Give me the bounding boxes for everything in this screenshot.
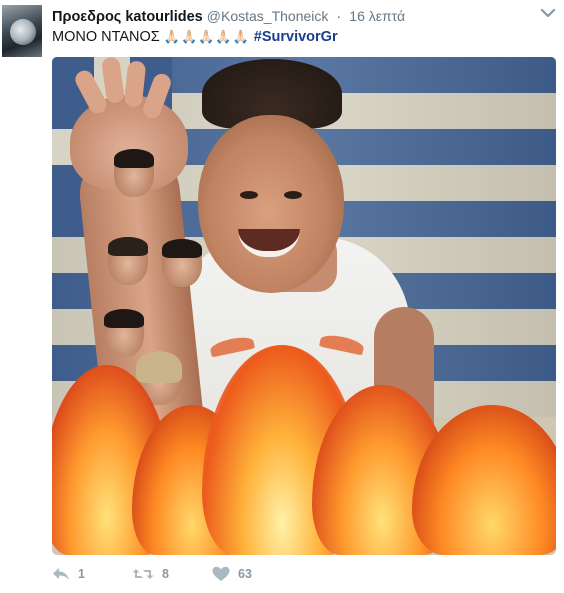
- heart-icon: [212, 566, 230, 581]
- fire-flames: [52, 345, 556, 555]
- small-head-2: [108, 237, 148, 285]
- author-name[interactable]: Προεδρος katourlides: [52, 9, 203, 25]
- small-head-3: [162, 239, 202, 287]
- like-count: 63: [238, 567, 252, 581]
- like-button[interactable]: 63: [212, 566, 252, 582]
- tweet-body: ΜΟΝΟ ΝΤΑΝΟΣ: [52, 29, 160, 45]
- tweet-timestamp[interactable]: 16 λεπτά: [349, 8, 405, 24]
- reply-button[interactable]: 1: [52, 566, 85, 582]
- tweet-media-image[interactable]: [52, 57, 556, 555]
- chevron-down-icon[interactable]: [540, 6, 556, 20]
- praying-hands-emoji: 🙏🏻🙏🏻🙏🏻🙏🏻🙏🏻: [163, 29, 250, 44]
- small-head-1: [114, 149, 154, 197]
- separator-dot: ·: [336, 9, 342, 25]
- reply-count: 1: [78, 567, 85, 581]
- hashtag-link[interactable]: #SurvivorGr: [254, 29, 338, 45]
- reply-icon: [53, 568, 69, 580]
- retweet-count: 8: [162, 567, 169, 581]
- main-face: [198, 115, 344, 293]
- author-handle[interactable]: @Kostas_Thoneick: [207, 8, 329, 24]
- retweet-icon: [132, 569, 154, 579]
- tweet-text: ΜΟΝΟ ΝΤΑΝΟΣ 🙏🏻🙏🏻🙏🏻🙏🏻🙏🏻 #SurvivorGr: [52, 27, 338, 47]
- avatar[interactable]: [2, 5, 42, 57]
- retweet-button[interactable]: 8: [132, 566, 169, 582]
- tweet-header: Προεδρος katourlides @Kostas_Thoneick · …: [52, 7, 544, 26]
